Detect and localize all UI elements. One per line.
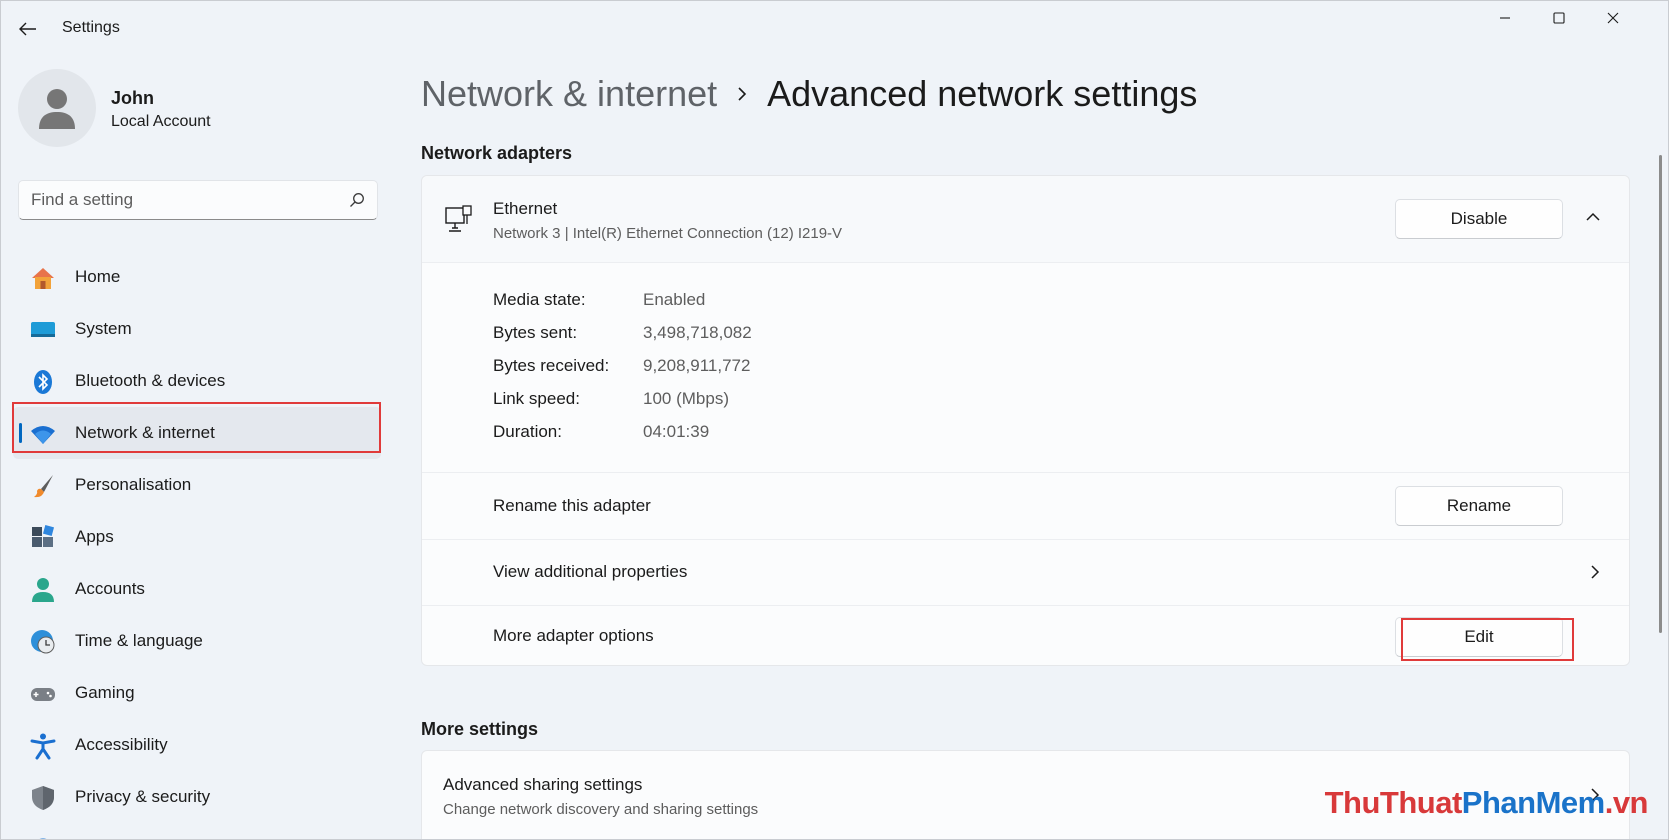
detail-label: Bytes sent:	[493, 323, 578, 342]
sidebar-item-label: Personalisation	[75, 475, 192, 494]
view-properties-row[interactable]: View additional properties	[422, 540, 1629, 605]
disable-button[interactable]: Disable	[1395, 199, 1563, 239]
gamepad-icon	[29, 680, 57, 708]
minimize-button[interactable]	[1477, 3, 1533, 33]
breadcrumb-parent[interactable]: Network & internet	[421, 73, 717, 115]
watermark-part: ThuThuat	[1324, 785, 1463, 820]
rename-row-label: Rename this adapter	[493, 496, 651, 515]
sidebar-item-label: Time & language	[75, 631, 203, 650]
advanced-sharing-subtitle: Change network discovery and sharing set…	[443, 801, 759, 818]
scrollbar[interactable]	[1659, 155, 1662, 633]
adapter-name: Ethernet	[493, 199, 558, 218]
sidebar-item-privacy[interactable]: Privacy & security	[13, 771, 381, 823]
minimize-icon	[1500, 17, 1510, 19]
sidebar-item-label: Accounts	[75, 579, 145, 598]
sidebar-item-home[interactable]: Home	[13, 251, 381, 303]
detail-value: 9,208,911,772	[643, 356, 751, 375]
user-avatar-icon	[39, 89, 75, 129]
rename-button[interactable]: Rename	[1395, 486, 1563, 526]
back-arrow-icon	[19, 22, 36, 36]
watermark-part: .vn	[1604, 785, 1649, 820]
advanced-sharing-title: Advanced sharing settings	[443, 775, 643, 794]
update-icon	[29, 836, 57, 839]
sidebar-item-label: Gaming	[75, 683, 135, 702]
detail-label: Link speed:	[493, 389, 580, 408]
title-bar: Settings	[1, 1, 1668, 57]
sidebar-item-system[interactable]: System	[13, 303, 381, 355]
sidebar-item-apps[interactable]: Apps	[13, 511, 381, 563]
breadcrumb: Network & internet Advanced network sett…	[421, 69, 1197, 119]
accounts-icon	[29, 576, 57, 604]
bluetooth-icon	[29, 368, 57, 396]
chevron-right-icon	[717, 85, 767, 103]
detail-value: Enabled	[643, 290, 706, 309]
sidebar-item-label: Network & internet	[75, 423, 215, 442]
close-icon	[1607, 12, 1619, 24]
detail-value: 04:01:39	[643, 422, 710, 441]
sidebar-item-personalisation[interactable]: Personalisation	[13, 459, 381, 511]
user-name: John	[111, 88, 154, 108]
wifi-icon	[29, 420, 57, 448]
section-title-more-settings: More settings	[421, 719, 539, 739]
adapter-header[interactable]: Ethernet Network 3 | Intel(R) Ethernet C…	[422, 176, 1629, 262]
detail-value: 3,498,718,082	[643, 323, 752, 342]
sidebar-item-windows-update[interactable]	[13, 823, 381, 839]
sidebar-item-network[interactable]: Network & internet	[13, 407, 381, 459]
search-input[interactable]	[31, 181, 331, 219]
maximize-icon	[1553, 12, 1565, 24]
sidebar-item-label: Accessibility	[75, 735, 168, 754]
sidebar-item-time-language[interactable]: Time & language	[13, 615, 381, 667]
sidebar-item-label: Privacy & security	[75, 787, 211, 806]
rename-row: Rename this adapter Rename	[422, 473, 1629, 539]
divider	[422, 262, 1629, 263]
detail-label: Media state:	[493, 290, 586, 309]
sidebar-item-accessibility[interactable]: Accessibility	[13, 719, 381, 771]
search-box[interactable]	[18, 180, 378, 220]
adapter-description: Network 3 | Intel(R) Ethernet Connection…	[493, 225, 843, 242]
more-options-label: More adapter options	[493, 626, 654, 645]
edit-button[interactable]: Edit	[1395, 617, 1563, 657]
sidebar-item-gaming[interactable]: Gaming	[13, 667, 381, 719]
apps-icon	[29, 524, 57, 552]
account-type: Local Account	[111, 113, 211, 130]
chevron-right-icon	[1590, 564, 1600, 585]
close-button[interactable]	[1585, 3, 1641, 33]
home-icon	[29, 264, 57, 292]
search-icon[interactable]	[349, 192, 365, 208]
sidebar-item-label: Bluetooth & devices	[75, 371, 226, 390]
brush-icon	[29, 472, 57, 500]
watermark: ThuThuatPhanMem.vn	[1324, 785, 1649, 821]
sidebar-item-bluetooth[interactable]: Bluetooth & devices	[13, 355, 381, 407]
view-properties-label: View additional properties	[493, 562, 688, 581]
app-title: Settings	[62, 19, 120, 36]
shield-icon	[29, 784, 57, 812]
sidebar-item-accounts[interactable]: Accounts	[13, 563, 381, 615]
ethernet-icon	[444, 204, 474, 239]
ethernet-adapter-card: Ethernet Network 3 | Intel(R) Ethernet C…	[421, 175, 1630, 666]
section-title-network-adapters: Network adapters	[421, 143, 573, 163]
back-button[interactable]	[13, 15, 43, 43]
detail-label: Duration:	[493, 422, 562, 441]
settings-window: Settings John Local Account Home	[0, 0, 1669, 840]
more-adapter-options-row: More adapter options Edit	[422, 606, 1629, 666]
system-icon	[29, 316, 57, 344]
sidebar-item-label: Apps	[75, 527, 114, 546]
sidebar-nav: Home System Bluetooth & devices Network …	[13, 251, 381, 839]
maximize-button[interactable]	[1531, 3, 1587, 33]
page-title: Advanced network settings	[767, 73, 1198, 114]
detail-value: 100 (Mbps)	[643, 389, 729, 408]
time-language-icon	[29, 628, 57, 656]
sidebar-item-label: System	[75, 319, 132, 338]
sidebar-item-label: Home	[75, 267, 121, 286]
detail-label: Bytes received:	[493, 356, 610, 375]
watermark-part: PhanMem	[1461, 785, 1605, 820]
accessibility-icon	[29, 732, 57, 760]
chevron-up-icon[interactable]	[1585, 210, 1601, 228]
avatar[interactable]	[18, 69, 96, 147]
